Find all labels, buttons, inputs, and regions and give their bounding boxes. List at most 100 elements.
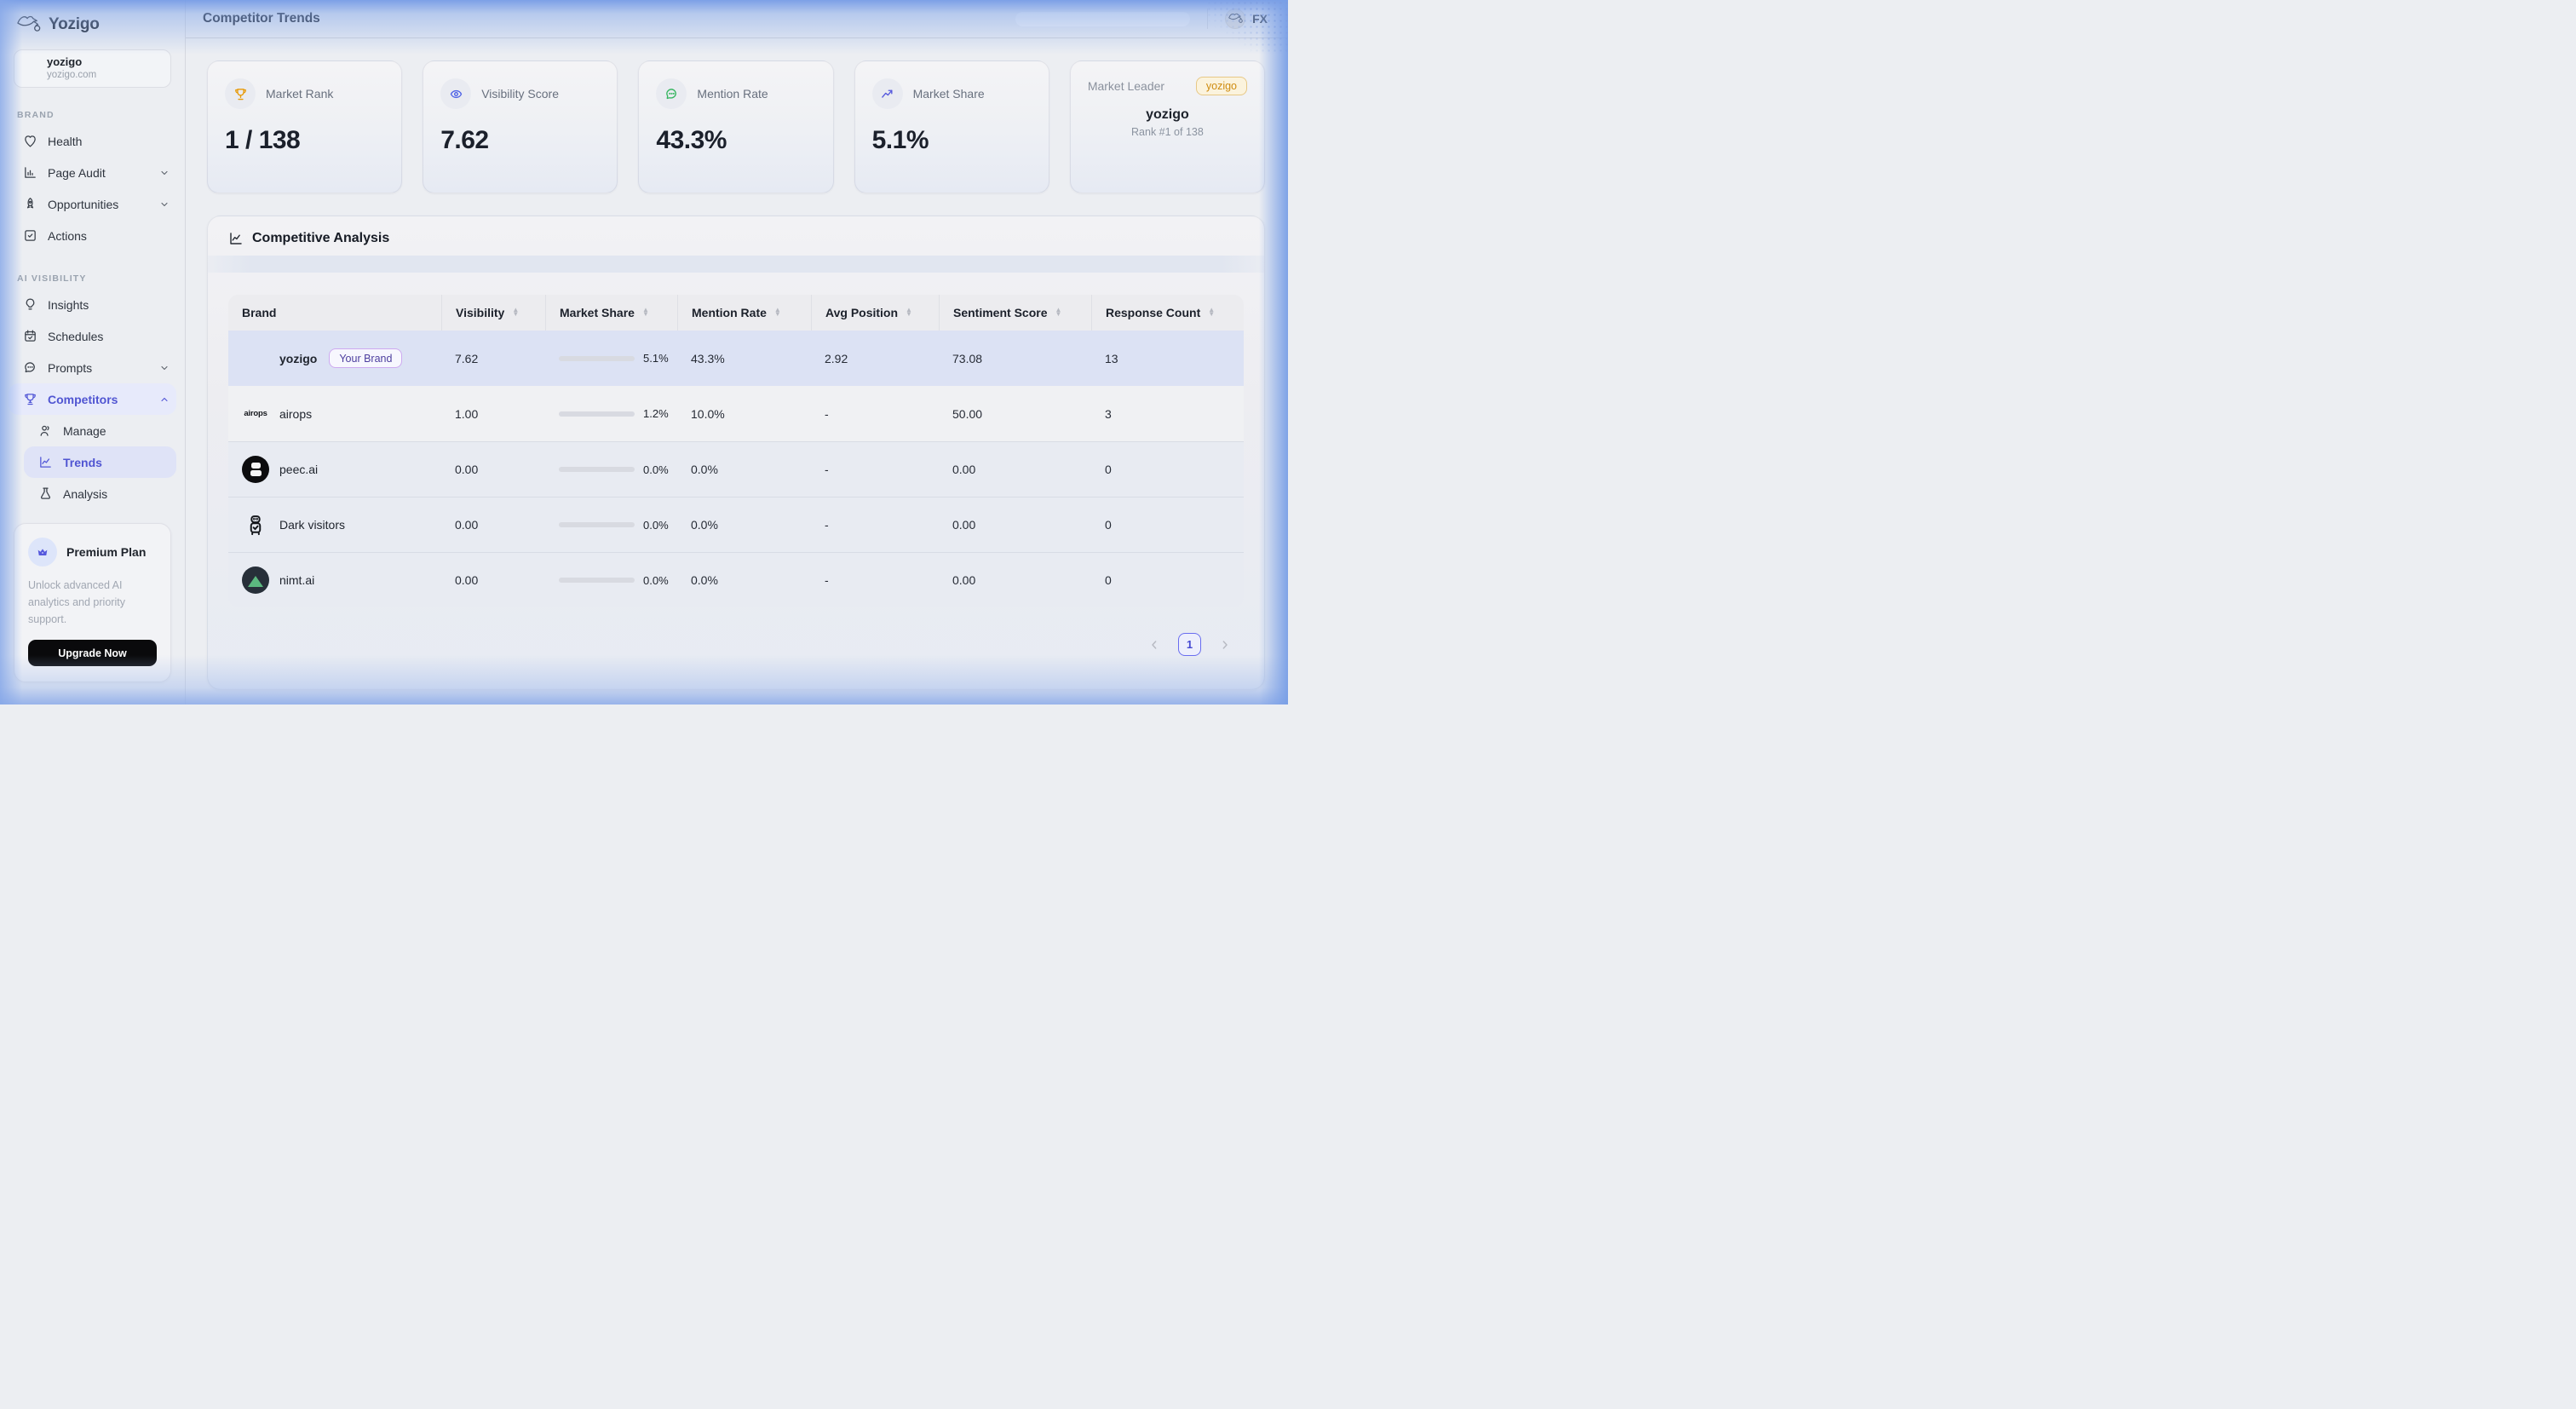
workspace-domain: yozigo.com — [47, 69, 170, 81]
workspace-card[interactable]: yozigo yozigo.com — [14, 49, 171, 88]
column-header-visibility[interactable]: Visibility▲▼ — [441, 295, 545, 331]
heart-icon — [23, 134, 37, 148]
sentiment-score-value: 0.00 — [939, 573, 1091, 587]
nav-brand: Health Page Audit Opportunities Actions — [0, 125, 185, 251]
market-share-cell: 0.0% — [545, 574, 677, 587]
brand-name: Dark visitors — [279, 518, 345, 532]
column-header-market-share[interactable]: Market Share▲▼ — [545, 295, 677, 331]
share-label: 1.2% — [643, 407, 669, 420]
eye-icon — [440, 78, 471, 109]
sidebar-item-schedules[interactable]: Schedules — [9, 320, 176, 352]
share-bar — [559, 356, 635, 361]
table-row-nimt-ai[interactable]: nimt.ai 0.00 0.0% 0.0% - 0.00 0 — [228, 552, 1244, 607]
competitive-analysis-panel: Competitive Analysis Brand Visibility▲▼ … — [207, 216, 1265, 690]
sidebar-item-label: Page Audit — [48, 166, 106, 180]
sidebar-item-label: Competitors — [48, 393, 118, 406]
brand-cell: yozigo Your Brand — [228, 345, 441, 372]
panel-title: Competitive Analysis — [252, 231, 389, 246]
stat-card-visibility-score: Visibility Score 7.62 — [423, 60, 618, 193]
sidebar-item-actions[interactable]: Actions — [9, 220, 176, 251]
brand-cell: nimt.ai — [228, 566, 441, 594]
your-brand-badge: Your Brand — [329, 348, 402, 368]
sidebar-item-health[interactable]: Health — [9, 125, 176, 157]
visibility-value: 1.00 — [441, 407, 545, 421]
sidebar-item-analysis[interactable]: Analysis — [24, 478, 176, 509]
sidebar-item-label: Opportunities — [48, 198, 118, 211]
table-row-yozigo[interactable]: yozigo Your Brand 7.62 5.1% 43.3% 2.92 7… — [228, 331, 1244, 386]
chevron-down-icon[interactable] — [159, 363, 170, 373]
previous-page-icon[interactable] — [1147, 638, 1161, 652]
sidebar-item-label: Trends — [63, 456, 102, 469]
sidebar-item-label: Insights — [48, 298, 89, 312]
column-header-mention-rate[interactable]: Mention Rate▲▼ — [677, 295, 811, 331]
sort-icon[interactable]: ▲▼ — [906, 308, 912, 317]
chevron-up-icon[interactable] — [159, 394, 170, 405]
stat-card-market-rank: Market Rank 1 / 138 — [207, 60, 402, 193]
sidebar-item-label: Prompts — [48, 361, 92, 375]
column-header-avg-position[interactable]: Avg Position▲▼ — [811, 295, 939, 331]
brand-cell: peec.ai — [228, 456, 441, 483]
page-number-button[interactable]: 1 — [1178, 633, 1201, 656]
table-row-peec-ai[interactable]: peec.ai 0.00 0.0% 0.0% - 0.00 0 — [228, 441, 1244, 497]
stat-value: 43.3% — [656, 126, 815, 155]
chevron-down-icon[interactable] — [159, 168, 170, 178]
table-header-row: Brand Visibility▲▼ Market Share▲▼ Mentio… — [228, 295, 1244, 331]
sidebar-item-prompts[interactable]: Prompts — [9, 352, 176, 383]
chevron-down-icon[interactable] — [159, 199, 170, 210]
stat-card-market-share: Market Share 5.1% — [854, 60, 1049, 193]
market-share-cell: 5.1% — [545, 352, 677, 365]
mention-rate-value: 10.0% — [677, 407, 811, 421]
sidebar: Yozigo yozigo yozigo.com BRAND Health Pa… — [0, 0, 186, 704]
bar-chart-icon — [23, 165, 37, 180]
share-bar — [559, 578, 635, 583]
table-row-airops[interactable]: airops airops 1.00 1.2% 10.0% - 50.00 3 — [228, 386, 1244, 441]
stat-card-market-leader: Market Leader yozigo yozigo Rank #1 of 1… — [1070, 60, 1265, 193]
sort-icon[interactable]: ▲▼ — [642, 308, 649, 317]
sidebar-item-insights[interactable]: Insights — [9, 289, 176, 320]
premium-plan-description: Unlock advanced AI analytics and priorit… — [28, 577, 157, 628]
brand-logo-nimt — [242, 566, 269, 594]
table-row-dark-visitors[interactable]: Dark visitors 0.00 0.0% 0.0% - 0.00 0 — [228, 497, 1244, 552]
trophy-icon — [225, 78, 256, 109]
sidebar-item-manage[interactable]: Manage — [24, 415, 176, 446]
sort-icon[interactable]: ▲▼ — [512, 308, 519, 317]
mention-rate-value: 0.0% — [677, 518, 811, 532]
visibility-value: 0.00 — [441, 463, 545, 476]
upgrade-now-button[interactable]: Upgrade Now — [28, 640, 157, 666]
visibility-value: 7.62 — [441, 352, 545, 365]
response-count-value: 3 — [1091, 407, 1244, 421]
next-page-icon[interactable] — [1218, 638, 1232, 652]
sidebar-item-trends[interactable]: Trends — [24, 446, 176, 478]
sidebar-item-opportunities[interactable]: Opportunities — [9, 188, 176, 220]
market-share-cell: 0.0% — [545, 519, 677, 532]
response-count-value: 13 — [1091, 352, 1244, 365]
page-title: Competitor Trends — [203, 11, 320, 26]
visibility-value: 0.00 — [441, 573, 545, 587]
trophy-icon — [23, 392, 37, 406]
sort-icon[interactable]: ▲▼ — [774, 308, 781, 317]
app-logo: Yozigo — [0, 0, 185, 36]
brand-logo-airops: airops — [242, 400, 269, 428]
column-header-sentiment-score[interactable]: Sentiment Score▲▼ — [939, 295, 1091, 331]
sort-icon[interactable]: ▲▼ — [1208, 308, 1215, 317]
flask-icon — [38, 486, 53, 501]
header-search-pill[interactable] — [1015, 12, 1190, 26]
workspace-name: yozigo — [47, 55, 170, 69]
premium-plan-card: Premium Plan Unlock advanced AI analytic… — [14, 523, 171, 682]
share-label: 0.0% — [643, 463, 669, 476]
avg-position-value: 2.92 — [811, 352, 939, 365]
brand-name: peec.ai — [279, 463, 318, 476]
avg-position-value: - — [811, 463, 939, 476]
visibility-value: 0.00 — [441, 518, 545, 532]
brand-name: airops — [279, 407, 312, 421]
column-header-brand: Brand — [228, 295, 441, 331]
brand-cell: Dark visitors — [228, 511, 441, 538]
share-bar — [559, 467, 635, 472]
stat-label: Mention Rate — [697, 87, 768, 101]
sentiment-score-value: 73.08 — [939, 352, 1091, 365]
column-header-response-count[interactable]: Response Count▲▼ — [1091, 295, 1244, 331]
sidebar-item-page-audit[interactable]: Page Audit — [9, 157, 176, 188]
sort-icon[interactable]: ▲▼ — [1055, 308, 1061, 317]
share-bar — [559, 411, 635, 417]
sidebar-item-competitors[interactable]: Competitors — [9, 383, 176, 415]
